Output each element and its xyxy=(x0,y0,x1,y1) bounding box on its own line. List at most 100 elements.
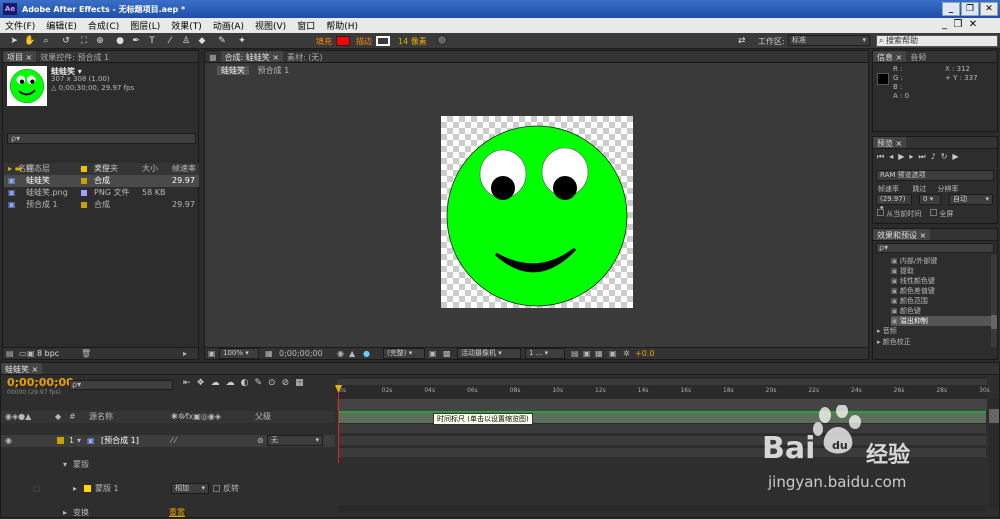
always-preview-icon[interactable]: ▣ xyxy=(208,349,216,358)
skip-select[interactable]: 0 ▾ xyxy=(919,194,941,205)
draft-3d-icon[interactable]: ❖ xyxy=(197,378,211,388)
fill-label[interactable]: 填充 xyxy=(316,36,332,47)
ellipse-tool-icon[interactable]: ● xyxy=(114,35,126,47)
roto-brush-tool-icon[interactable]: ✎ xyxy=(216,35,228,47)
resolution-select-preview[interactable]: 自动 ▾ xyxy=(949,194,993,205)
brush-tool-icon[interactable]: ⁄ xyxy=(164,35,176,47)
snapshot-icon[interactable]: ◉ xyxy=(337,349,344,358)
trash-icon[interactable]: 🗑 xyxy=(81,349,91,358)
puppet-pin-tool-icon[interactable]: ✦ xyxy=(236,35,248,47)
menu-file[interactable]: 文件(F) xyxy=(0,18,41,32)
menu-edit[interactable]: 编辑(E) xyxy=(41,18,83,32)
loop-icon[interactable]: ↻ xyxy=(941,152,953,161)
eraser-tool-icon[interactable]: ◆ xyxy=(196,35,208,47)
mask-color-swatch[interactable] xyxy=(84,485,91,492)
show-snapshot-icon[interactable]: ▲ xyxy=(349,349,355,358)
mask-visibility-icon[interactable]: ▢ xyxy=(33,483,41,495)
layer-name[interactable]: [预合成 1] xyxy=(101,435,139,447)
menu-view[interactable]: 视图(V) xyxy=(250,18,292,32)
exposure-icon[interactable]: ✲ xyxy=(623,349,630,358)
workspace-toggle-icon[interactable]: ⇄ xyxy=(738,36,746,46)
last-frame-icon[interactable]: ⏭ xyxy=(918,152,930,161)
label-col-icon[interactable]: ◆ xyxy=(55,411,61,423)
interpret-footage-icon[interactable]: ▤ xyxy=(6,349,14,358)
camera-select[interactable]: 活动摄像机 ▾ xyxy=(457,348,521,359)
flowchart-icon[interactable]: ▣ xyxy=(609,349,617,358)
minimize-icon[interactable]: _ xyxy=(942,2,960,16)
full-screen-checkbox[interactable] xyxy=(930,209,938,216)
invert-checkbox[interactable] xyxy=(213,485,220,492)
frame-blending-icon[interactable]: ☁ xyxy=(226,378,241,388)
mask-group-expand-icon[interactable]: ▾ xyxy=(63,459,67,471)
color-channels-icon[interactable]: ● xyxy=(363,349,370,358)
project-search-input[interactable]: ρ▾ xyxy=(7,133,196,144)
region-of-interest-icon[interactable]: ▣ xyxy=(429,349,437,358)
bezier-toggle-icon[interactable] xyxy=(437,35,447,45)
toggle-pixel-aspect-icon[interactable]: ▤ xyxy=(571,349,579,358)
current-time-display[interactable]: 0;00;00;00 xyxy=(279,349,323,358)
mask-mode-select[interactable]: 相加 ▾ xyxy=(171,483,209,494)
effects-group-color[interactable]: ▸ 颜色校正 xyxy=(877,337,911,348)
fast-previews-icon[interactable]: ▣ xyxy=(583,349,591,358)
tab-effects-presets[interactable]: 效果和预设 × xyxy=(873,229,931,240)
transform-expand-icon[interactable]: ▸ xyxy=(63,507,67,519)
tab-footage[interactable]: 素材: (无) xyxy=(283,51,326,62)
pen-tool-icon[interactable]: ✒ xyxy=(130,35,142,47)
tab-audio[interactable]: 音频 xyxy=(906,51,930,62)
effects-list-item[interactable]: ▣ 溢出抑制 xyxy=(891,316,991,326)
visibility-icon[interactable]: ◉ xyxy=(5,435,12,447)
graph-editor-icon[interactable]: ⊘ xyxy=(282,378,296,388)
play-icon[interactable]: ▶ xyxy=(898,152,909,161)
project-list-item[interactable]: ▣ 预合成 1 合成 29.97 xyxy=(4,199,199,211)
project-list-item[interactable]: ▣ 蛙蛙笑.png PNG 文件 58 KB xyxy=(4,187,199,199)
effects-list-item[interactable]: ▣ 线性颜色键 xyxy=(891,276,991,286)
project-list-item[interactable]: ▣ 蛙蛙笑 合成 29.97 xyxy=(4,175,199,187)
layer-row[interactable]: ◉ 1 ▾ ▣ [预合成 1] ⁄ ⁄ ⊚ 无 ▾ xyxy=(1,435,335,447)
doc-close-icon[interactable]: ✕ xyxy=(969,19,977,30)
scroll-right-icon[interactable]: ▸ xyxy=(183,349,187,358)
new-folder-icon[interactable]: ▭ xyxy=(19,349,27,358)
rotate-tool-icon[interactable]: ↺ xyxy=(60,35,72,47)
shy-layers-icon[interactable]: ☁ xyxy=(211,378,226,388)
stroke-width[interactable]: 14 像素 xyxy=(398,36,427,47)
tab-info[interactable]: 信息 × xyxy=(873,51,907,62)
subtab-precomp[interactable]: 预合成 1 xyxy=(252,66,296,75)
brainstorm-icon[interactable]: ✎ xyxy=(254,378,268,388)
first-frame-icon[interactable]: ⏮ xyxy=(877,152,889,161)
time-ruler[interactable]: 0s 02s 04s 06s 08s 10s 12s 14s 16s 18s 20s 22s 24s 26… xyxy=(337,377,990,399)
workspace-select[interactable]: 标准 ▾ xyxy=(788,35,870,46)
effects-group-audio[interactable]: ▸ 音频 xyxy=(877,326,911,337)
parent-select[interactable]: 无 ▾ xyxy=(267,435,323,446)
effects-list-item[interactable]: ▣ 提取 xyxy=(891,266,991,276)
timeline-search-input[interactable]: ρ▾ xyxy=(69,380,173,390)
ram-preview-options[interactable]: RAM 预览选项 xyxy=(876,170,994,181)
exposure-value[interactable]: +0.0 xyxy=(635,349,654,358)
col-source-name[interactable]: 源名称 xyxy=(89,411,113,423)
effects-list-item[interactable]: ▣ 内部/外部键 xyxy=(891,256,991,266)
new-comp-icon[interactable]: ▣ xyxy=(27,349,35,358)
project-list-item[interactable]: ▸ ▬ 固态层 文件夹 xyxy=(4,163,199,175)
tab-project[interactable]: 项目 × xyxy=(3,51,37,62)
effects-list-item[interactable]: ▣ 颜色范围 xyxy=(891,296,991,306)
timeline-link-icon[interactable]: ▦ xyxy=(595,349,603,358)
col-parent[interactable]: 父级 xyxy=(255,411,271,423)
timeline-current-time[interactable]: 0;00;00;00 xyxy=(7,376,74,389)
subtab-main-comp[interactable]: 蛙蛙笑 xyxy=(217,66,249,75)
bpc-label[interactable]: 8 bpc xyxy=(37,349,59,358)
frame-rate-select[interactable]: (29.97) ▾ xyxy=(876,194,912,212)
label-color-swatch[interactable] xyxy=(81,202,87,208)
label-color-swatch[interactable] xyxy=(81,190,87,196)
parent-pickwhip-icon[interactable]: ⊚ xyxy=(257,435,264,447)
ram-preview-icon[interactable]: ▶ xyxy=(952,152,963,161)
tab-preview[interactable]: 预览 × xyxy=(873,137,907,148)
menu-composition[interactable]: 合成(C) xyxy=(83,18,125,32)
effects-list-item[interactable]: ▣ 颜色差值键 xyxy=(891,286,991,296)
text-tool-icon[interactable]: T xyxy=(146,35,158,47)
av-switches-icon[interactable]: ◉◈●▲ xyxy=(5,411,31,423)
chart-icon[interactable]: ▦ xyxy=(295,378,310,388)
transform-row[interactable]: ▸ 变换 重置 xyxy=(1,507,335,519)
stroke-label[interactable]: 描边 xyxy=(356,36,372,47)
comp-mini-flowchart-icon[interactable]: ⇤ xyxy=(183,378,197,388)
auto-keyframe-icon[interactable]: ⊙ xyxy=(268,378,282,388)
menu-help[interactable]: 帮助(H) xyxy=(321,18,364,32)
